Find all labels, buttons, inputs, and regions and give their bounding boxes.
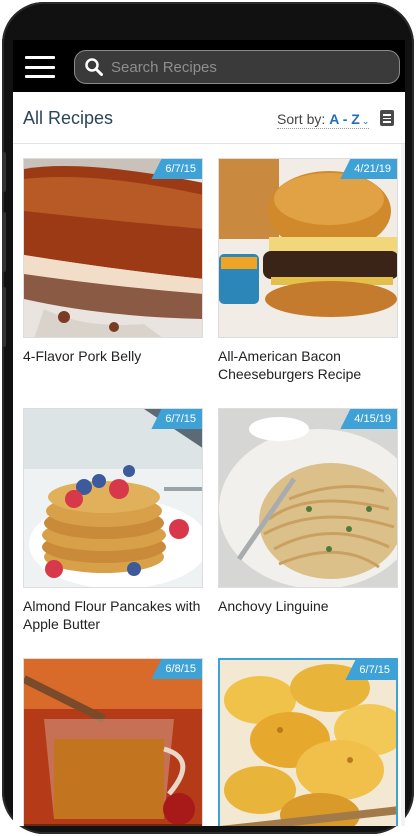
recipe-card[interactable]: 4/15/19 Anchovy Linguine bbox=[218, 408, 398, 615]
recipe-image: 4/15/19 bbox=[218, 408, 398, 588]
search-icon bbox=[85, 58, 103, 76]
page-title: All Recipes bbox=[23, 108, 114, 128]
search-input[interactable] bbox=[111, 58, 381, 76]
scrollbar[interactable] bbox=[401, 144, 405, 826]
date-badge: 4/15/19 bbox=[340, 409, 397, 429]
recipe-image: 4/21/19 bbox=[218, 158, 398, 338]
recipe-title: 4-Flavor Pork Belly bbox=[23, 348, 142, 364]
recipe-card[interactable]: 6/7/15 bbox=[218, 658, 398, 826]
recipe-card[interactable]: 6/8/15 bbox=[23, 658, 203, 826]
recipe-title: Anchovy Linguine bbox=[218, 598, 329, 614]
recipe-title: Almond Flour Pancakes with Apple Butter bbox=[23, 598, 201, 632]
sort-dropdown[interactable]: Sort by: A - Z ⌄ bbox=[277, 111, 370, 129]
sort-value: A - Z bbox=[329, 111, 360, 127]
recipe-card[interactable]: 4/21/19 All-American Bacon Cheeseburgers… bbox=[218, 158, 398, 383]
recipe-image: 6/7/15 bbox=[23, 158, 203, 338]
app-screen: All Recipes Sort by: A - Z ⌄ 6/7/15 4-Flav… bbox=[13, 40, 405, 826]
chevron-down-icon: ⌄ bbox=[361, 116, 370, 126]
sort-label: Sort by: bbox=[277, 111, 326, 127]
side-button bbox=[2, 212, 6, 272]
page-header: All Recipes Sort by: A - Z ⌄ bbox=[13, 92, 405, 144]
recipe-card[interactable]: 6/7/15 4-Flavor Pork Belly bbox=[23, 158, 203, 365]
recipe-image: 6/7/15 bbox=[218, 658, 398, 826]
side-button bbox=[2, 152, 6, 192]
search-field[interactable] bbox=[74, 50, 400, 84]
date-badge: 4/21/19 bbox=[340, 159, 397, 179]
recipe-image: 6/8/15 bbox=[23, 658, 203, 826]
side-button bbox=[2, 287, 6, 347]
recipe-card[interactable]: 6/7/15 Almond Flour Pancakes with Apple … bbox=[23, 408, 203, 633]
recipe-image: 6/7/15 bbox=[23, 408, 203, 588]
hamburger-icon[interactable] bbox=[25, 56, 55, 78]
list-view-icon[interactable] bbox=[380, 110, 394, 126]
recipe-title: All-American Bacon Cheeseburgers Recipe bbox=[218, 348, 362, 382]
top-bar bbox=[13, 40, 405, 92]
